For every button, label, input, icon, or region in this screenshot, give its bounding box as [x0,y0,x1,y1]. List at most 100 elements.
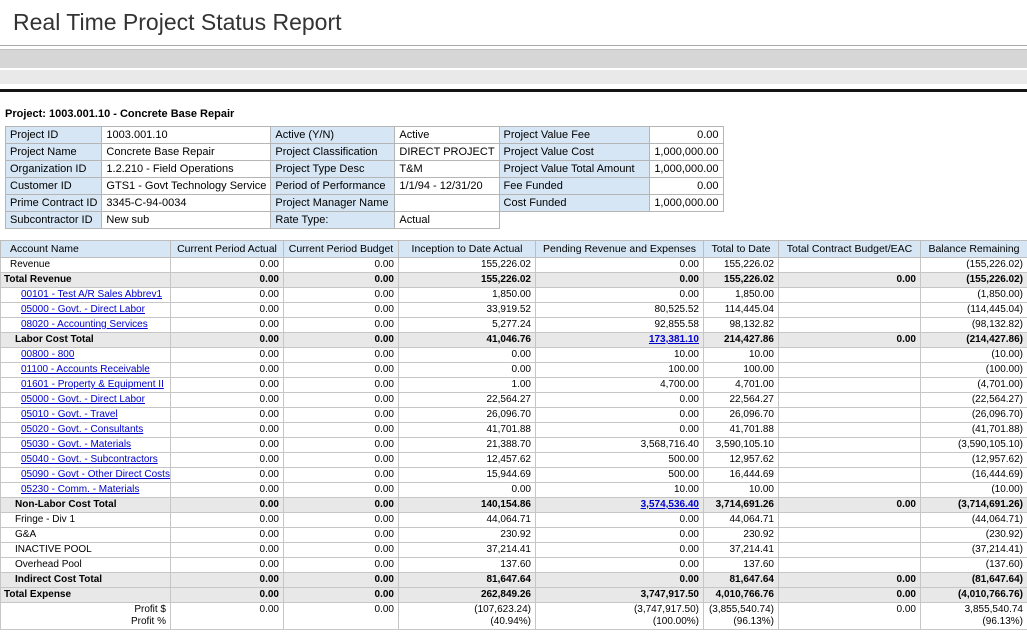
value-cell: 0.00 [284,513,399,528]
info-value: 3345-C-94-0034 [102,195,271,212]
value-cell: 1.00 [399,378,536,393]
value-cell [779,423,921,438]
project-info-body: Project ID1003.001.10Active (Y/N)ActiveP… [6,127,724,229]
account-link[interactable]: 05230 - Comm. - Materials [21,484,139,495]
value-cell: 0.00 [284,273,399,288]
value-cell: (16,444.69) [921,468,1027,483]
pending-amount-link[interactable]: 3,574,536.40 [641,499,699,510]
value-cell: 155,226.02 [399,273,536,288]
report-table: Account NameCurrent Period ActualCurrent… [0,240,1027,630]
column-header: Balance Remaining [921,241,1027,258]
account-row: Revenue0.000.00155,226.020.00155,226.02(… [1,258,1027,273]
account-link[interactable]: 00101 - Test A/R Sales Abbrev1 [21,289,162,300]
value-cell: 0.00 [284,288,399,303]
value-cell: 10.00 [536,483,704,498]
value-cell [779,513,921,528]
value-cell: 0.00 [284,528,399,543]
value-cell [779,543,921,558]
profit-value-line: (40.94%) [401,616,531,628]
account-name-cell: 05010 - Govt. - Travel [1,408,171,423]
value-cell: 100.00 [704,363,779,378]
account-name-cell: INACTIVE POOL [1,543,171,558]
value-cell: 0.00 [171,573,284,588]
profit-row: Profit $Profit %0.00 0.00 (107,623.24)(4… [1,603,1027,630]
account-link[interactable]: 01100 - Accounts Receivable [21,364,150,375]
account-link[interactable]: 05000 - Govt. - Direct Labor [21,304,145,315]
account-link[interactable]: 05000 - Govt. - Direct Labor [21,394,145,405]
column-header: Pending Revenue and Expenses [536,241,704,258]
value-cell: 0.00 [536,558,704,573]
value-cell: 155,226.02 [399,258,536,273]
info-label: Cost Funded [499,195,649,212]
value-cell: 4,701.00 [704,378,779,393]
info-value: GTS1 - Govt Technology Service [102,178,271,195]
value-cell: 37,214.41 [704,543,779,558]
account-link[interactable]: 01601 - Property & Equipment II [21,379,164,390]
account-link[interactable]: 05040 - Govt. - Subcontractors [21,454,158,465]
value-cell: 0.00 [171,363,284,378]
value-cell: 0.00 [399,348,536,363]
value-cell: 92,855.58 [536,318,704,333]
value-cell: 0.00 [536,423,704,438]
value-cell: 4,700.00 [536,378,704,393]
value-cell: 41,701.88 [704,423,779,438]
value-cell: 41,701.88 [399,423,536,438]
account-row: 05040 - Govt. - Subcontractors0.000.0012… [1,453,1027,468]
value-cell: 26,096.70 [399,408,536,423]
account-row: 05090 - Govt - Other Direct Costs0.000.0… [1,468,1027,483]
account-link[interactable]: 05010 - Govt. - Travel [21,409,118,420]
value-cell: 140,154.86 [399,498,536,513]
value-cell [779,558,921,573]
info-value: 1,000,000.00 [649,144,723,161]
profit-value-line [781,616,916,628]
account-link[interactable]: 05020 - Govt. - Consultants [21,424,143,435]
section-divider [0,89,1027,92]
value-cell: (26,096.70) [921,408,1027,423]
value-cell: 0.00 [284,468,399,483]
column-header: Inception to Date Actual [399,241,536,258]
value-cell: 0.00 [171,288,284,303]
value-cell: (3,747,917.50)(100.00%) [536,603,704,630]
account-link[interactable]: 05030 - Govt. - Materials [21,439,131,450]
info-value [395,195,499,212]
account-link[interactable]: 00800 - 800 [21,349,74,360]
account-row: INACTIVE POOL0.000.0037,214.410.0037,214… [1,543,1027,558]
value-cell: 155,226.02 [704,258,779,273]
value-cell [779,363,921,378]
value-cell: (100.00) [921,363,1027,378]
value-cell: 0.00 [171,498,284,513]
value-cell: 0.00 [536,513,704,528]
value-cell: 44,064.71 [399,513,536,528]
value-cell: 0.00 [171,558,284,573]
value-cell: 0.00 [171,258,284,273]
info-label: Project Value Fee [499,127,649,144]
value-cell: 0.00 [171,333,284,348]
report-body: Revenue0.000.00155,226.020.00155,226.02(… [1,258,1027,630]
account-link[interactable]: 05090 - Govt - Other Direct Costs [21,469,170,480]
value-cell: 0.00 [779,333,921,348]
page-title: Real Time Project Status Report [0,0,1027,45]
value-cell: 173,381.10 [536,333,704,348]
info-value: Concrete Base Repair [102,144,271,161]
value-cell: 80,525.52 [536,303,704,318]
value-cell: (12,957.62) [921,453,1027,468]
value-cell [779,318,921,333]
value-cell: 0.00 [284,543,399,558]
account-row: Total Revenue0.000.00155,226.020.00155,2… [1,273,1027,288]
value-cell: 26,096.70 [704,408,779,423]
value-cell [779,453,921,468]
account-name-cell: 05020 - Govt. - Consultants [1,423,171,438]
value-cell: 0.00 [536,543,704,558]
value-cell: (44,064.71) [921,513,1027,528]
account-name-cell: 08020 - Accounting Services [1,318,171,333]
account-link[interactable]: 08020 - Accounting Services [21,319,148,330]
account-row: 00101 - Test A/R Sales Abbrev10.000.001,… [1,288,1027,303]
value-cell: 0.00 [171,423,284,438]
info-label: Project Value Cost [499,144,649,161]
profit-value-line: (3,855,540.74) [706,604,774,616]
value-cell: 3,590,105.10 [704,438,779,453]
value-cell [779,303,921,318]
info-label: Period of Performance [271,178,395,195]
account-row: 05030 - Govt. - Materials0.000.0021,388.… [1,438,1027,453]
pending-amount-link[interactable]: 173,381.10 [649,334,699,345]
